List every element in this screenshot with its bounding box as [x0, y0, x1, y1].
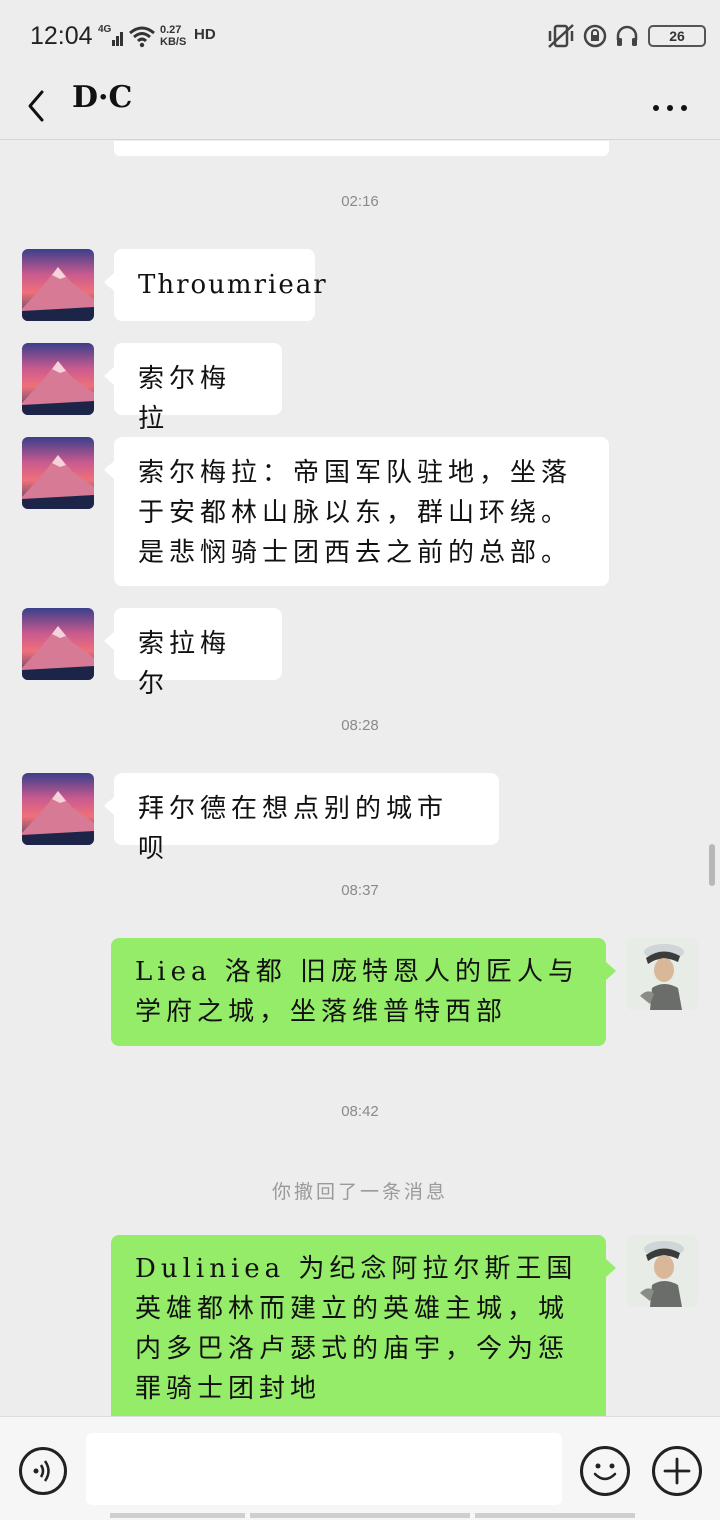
- voice-icon: [33, 1460, 50, 1482]
- contact-avatar[interactable]: [22, 608, 94, 680]
- timestamp: 02:16: [341, 193, 379, 210]
- status-time: 12:04: [30, 22, 93, 50]
- contact-avatar[interactable]: [22, 437, 94, 509]
- plus-icon: [663, 1457, 691, 1485]
- message-bubble-partial[interactable]: [114, 141, 609, 156]
- voice-button[interactable]: [19, 1447, 67, 1495]
- message-bubble[interactable]: 索拉梅尔: [104, 608, 282, 699]
- timestamp: 08:42: [341, 1103, 379, 1120]
- back-icon[interactable]: [22, 84, 52, 128]
- emoji-icon: [593, 1463, 617, 1481]
- wifi-icon: [129, 26, 155, 48]
- timestamp: 08:37: [341, 882, 379, 899]
- network-speed: 0.27 KB/S: [160, 24, 187, 48]
- message-bubble[interactable]: 拜尔德在想点别的城市呗: [104, 773, 499, 864]
- message-bubble-outgoing[interactable]: Liea 洛都 旧庞特恩人的匠人与学府之城，坐落维普特西部: [111, 938, 616, 1046]
- message-bubble[interactable]: 索尔梅拉：帝国军队驻地，坐落于安都林山脉以东，群山环绕。是悲悯骑士团西去之前的总…: [104, 437, 609, 586]
- nav-gesture-bar: [110, 1513, 635, 1518]
- battery-indicator: 26: [648, 25, 706, 47]
- my-avatar[interactable]: [626, 1235, 698, 1307]
- vibrate-icon: [548, 24, 574, 48]
- rotation-lock-icon: [583, 24, 607, 48]
- hd-badge: HD: [194, 26, 216, 43]
- status-bar: 12:04 4G 0.27 KB/S HD 26: [0, 0, 720, 72]
- message-bubble[interactable]: 索尔梅拉: [104, 343, 282, 434]
- emoji-button[interactable]: [580, 1446, 630, 1496]
- message-bubble-outgoing[interactable]: Duliniea 为纪念阿拉尔斯王国英雄都林而建立的英雄主城，城内多巴洛卢瑟式的…: [111, 1235, 616, 1416]
- my-avatar[interactable]: [626, 938, 698, 1010]
- scrollbar-thumb[interactable]: [709, 844, 715, 886]
- contact-avatar[interactable]: [22, 773, 94, 845]
- chat-title: D·C: [72, 80, 133, 115]
- headphones-icon: [616, 25, 638, 46]
- input-bar: [0, 1416, 720, 1520]
- message-bubble[interactable]: Throumriear: [104, 249, 326, 321]
- more-dots-icon[interactable]: [650, 84, 690, 128]
- contact-avatar[interactable]: [22, 249, 94, 321]
- timestamp: 08:28: [341, 717, 379, 734]
- recall-notice: 你撤回了一条消息: [271, 1181, 448, 1203]
- chat-area[interactable]: 02:16 Throumriear 索尔梅拉 索尔梅拉：帝国军队驻地，坐落于安都…: [0, 141, 720, 1416]
- chat-header: D·C: [0, 72, 720, 140]
- plus-button[interactable]: [652, 1446, 702, 1496]
- message-input[interactable]: [86, 1433, 562, 1505]
- contact-avatar[interactable]: [22, 343, 94, 415]
